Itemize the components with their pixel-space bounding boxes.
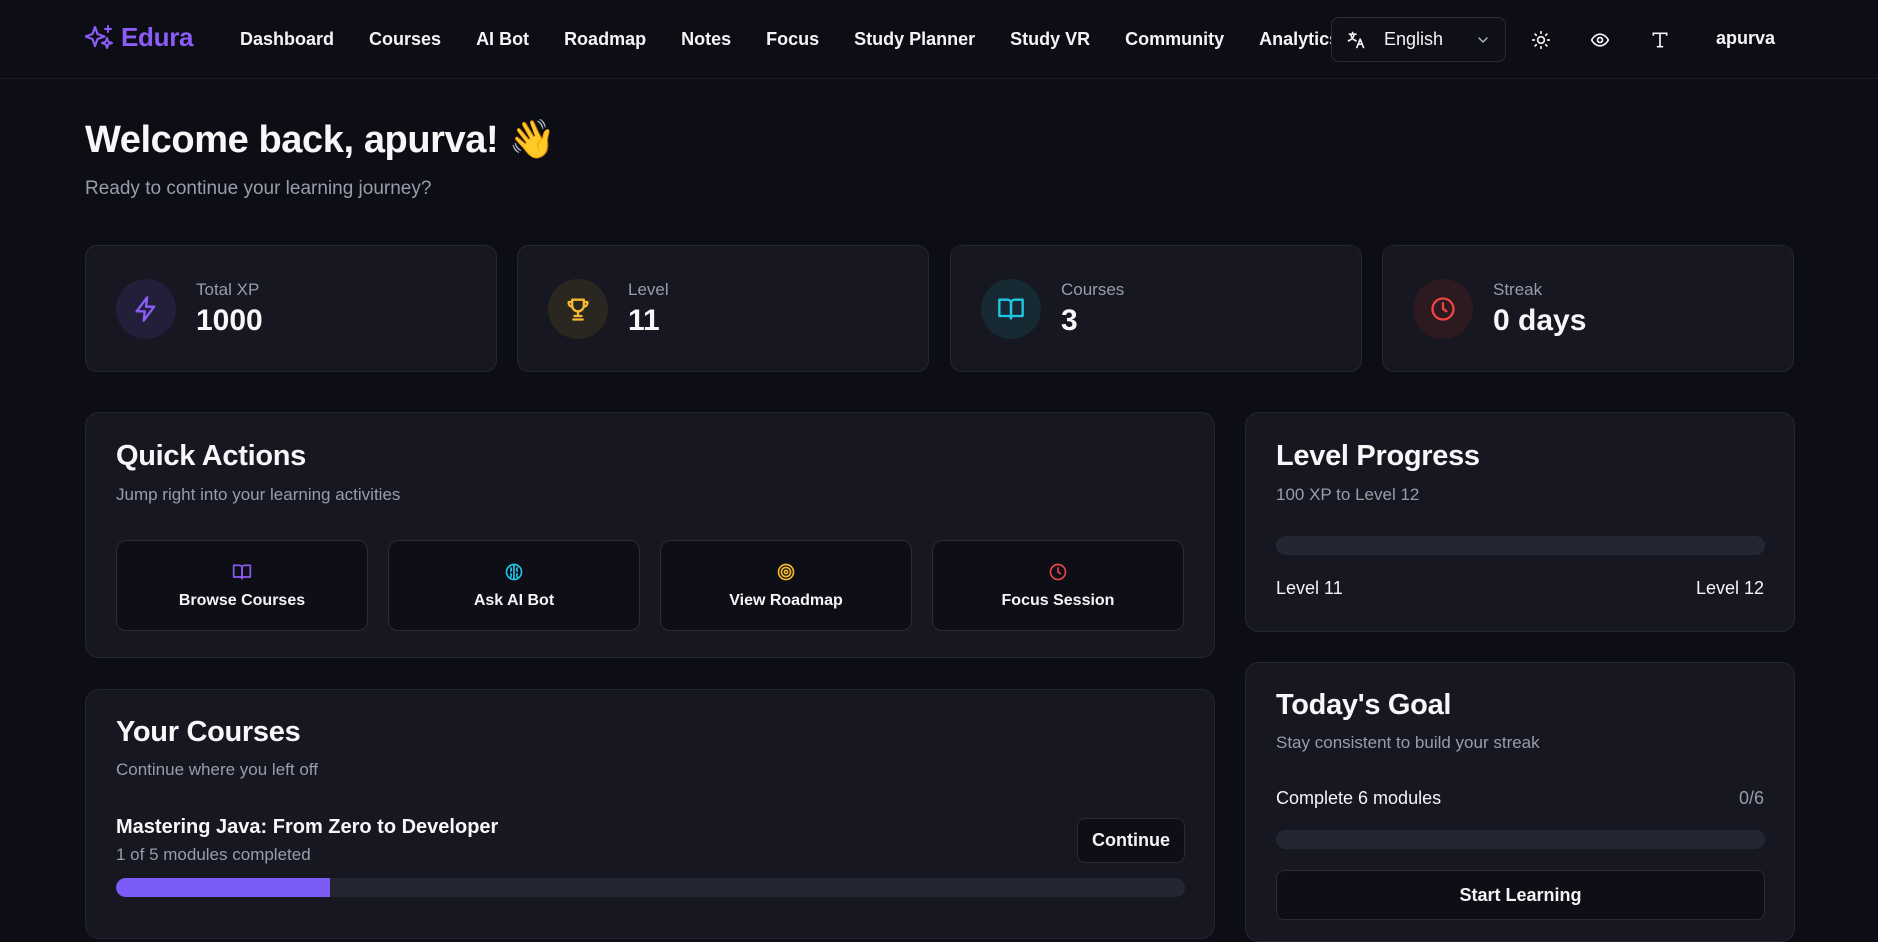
focus-session-button[interactable]: Focus Session xyxy=(932,540,1184,631)
clock-icon xyxy=(1049,563,1067,580)
goal-task: Complete 6 modules xyxy=(1276,788,1442,808)
language-select[interactable]: English xyxy=(1331,17,1506,62)
nav-link-dashboard[interactable]: Dashboard xyxy=(240,29,334,50)
stat-value: 0 days xyxy=(1493,304,1587,337)
stat-label: Total XP xyxy=(196,280,260,299)
panel-title: Today's Goal xyxy=(1276,689,1452,721)
nav-link-courses[interactable]: Courses xyxy=(369,29,441,50)
brand-logo[interactable]: Edura xyxy=(85,22,193,53)
nav-link-focus[interactable]: Focus xyxy=(766,29,819,50)
button-label: View Roadmap xyxy=(729,591,843,609)
stat-value: 3 xyxy=(1061,304,1078,337)
nav-link-notes[interactable]: Notes xyxy=(681,29,731,50)
nav-links: Dashboard Courses AI Bot Roadmap Notes F… xyxy=(240,0,1374,79)
brand-name: Edura xyxy=(121,22,194,52)
nav-link-ai-bot[interactable]: AI Bot xyxy=(476,29,529,50)
your-courses-panel: Your Courses Continue where you left off… xyxy=(85,689,1215,939)
continue-course-button[interactable]: Continue xyxy=(1077,818,1185,863)
todays-goal-panel: Today's Goal Stay consistent to build yo… xyxy=(1245,662,1795,942)
text-type-icon xyxy=(1652,32,1668,48)
stat-card-streak: Streak 0 days xyxy=(1382,245,1794,372)
book-open-icon xyxy=(998,298,1024,320)
start-learning-button[interactable]: Start Learning xyxy=(1276,870,1765,920)
stat-icon-wrap xyxy=(981,279,1041,339)
stat-value: 11 xyxy=(628,304,660,337)
welcome-title: Welcome back, apurva! 👋 xyxy=(85,119,556,161)
zap-icon xyxy=(135,296,156,322)
panel-subtitle: 100 XP to Level 12 xyxy=(1276,485,1420,504)
user-menu[interactable]: apurva xyxy=(1716,28,1775,49)
nav-link-study-vr[interactable]: Study VR xyxy=(1010,29,1090,50)
trophy-icon xyxy=(567,298,589,321)
font-size-button[interactable] xyxy=(1645,25,1675,55)
level-progress-panel: Level Progress 100 XP to Level 12 Level … xyxy=(1245,412,1795,632)
panel-title: Level Progress xyxy=(1276,440,1480,472)
panel-subtitle: Jump right into your learning activities xyxy=(116,485,401,504)
nav-link-roadmap[interactable]: Roadmap xyxy=(564,29,646,50)
level-from-label: Level 11 xyxy=(1276,578,1343,598)
book-open-icon xyxy=(232,564,252,579)
button-label: Focus Session xyxy=(1001,591,1115,609)
panel-title: Your Courses xyxy=(116,716,301,748)
button-label: Ask AI Bot xyxy=(473,591,555,609)
ask-ai-bot-button[interactable]: Ask AI Bot xyxy=(388,540,640,631)
course-progress-text: 1 of 5 modules completed xyxy=(116,845,311,864)
stat-label: Streak xyxy=(1493,280,1543,299)
welcome-subtitle: Ready to continue your learning journey? xyxy=(85,178,432,199)
top-navbar: Edura Dashboard Courses AI Bot Roadmap N… xyxy=(0,0,1878,79)
stat-card-courses: Courses 3 xyxy=(950,245,1362,372)
nav-link-community[interactable]: Community xyxy=(1125,29,1224,50)
eye-icon xyxy=(1590,33,1610,47)
target-icon xyxy=(777,563,795,580)
course-progress-bar xyxy=(116,878,1185,897)
goal-progress-bar xyxy=(1276,830,1765,849)
view-roadmap-button[interactable]: View Roadmap xyxy=(660,540,912,631)
panel-subtitle: Continue where you left off xyxy=(116,760,318,779)
stat-label: Courses xyxy=(1061,280,1125,299)
clock-icon xyxy=(1431,297,1455,321)
nav-link-analytics[interactable]: Analytics xyxy=(1259,29,1339,50)
level-progress-bar xyxy=(1276,536,1765,555)
panel-title: Quick Actions xyxy=(116,440,307,472)
sun-icon xyxy=(1531,30,1551,50)
course-title: Mastering Java: From Zero to Developer xyxy=(116,816,499,838)
stat-card-level: Level 11 xyxy=(517,245,929,372)
sparkles-logo-icon xyxy=(85,24,113,49)
theme-toggle-button[interactable] xyxy=(1526,25,1556,55)
stat-value: 1000 xyxy=(196,304,263,337)
brain-icon xyxy=(505,563,523,580)
button-label: Browse Courses xyxy=(178,591,306,609)
stat-label: Level xyxy=(628,280,669,299)
translate-icon xyxy=(1347,31,1365,48)
language-label: English xyxy=(1384,29,1444,49)
course-progress-fill xyxy=(116,878,330,897)
stat-icon-wrap xyxy=(548,279,608,339)
chevron-down-icon xyxy=(1478,36,1488,43)
quick-actions-panel: Quick Actions Jump right into your learn… xyxy=(85,412,1215,658)
nav-link-study-planner[interactable]: Study Planner xyxy=(854,29,975,50)
stat-icon-wrap xyxy=(1413,279,1473,339)
stat-icon-wrap xyxy=(116,279,176,339)
goal-count: 0/6 xyxy=(1738,788,1764,808)
stat-card-total-xp: Total XP 1000 xyxy=(85,245,497,372)
browse-courses-button[interactable]: Browse Courses xyxy=(116,540,368,631)
accessibility-view-button[interactable] xyxy=(1585,25,1615,55)
panel-subtitle: Stay consistent to build your streak xyxy=(1276,733,1540,752)
level-to-label: Level 12 xyxy=(1695,578,1764,598)
